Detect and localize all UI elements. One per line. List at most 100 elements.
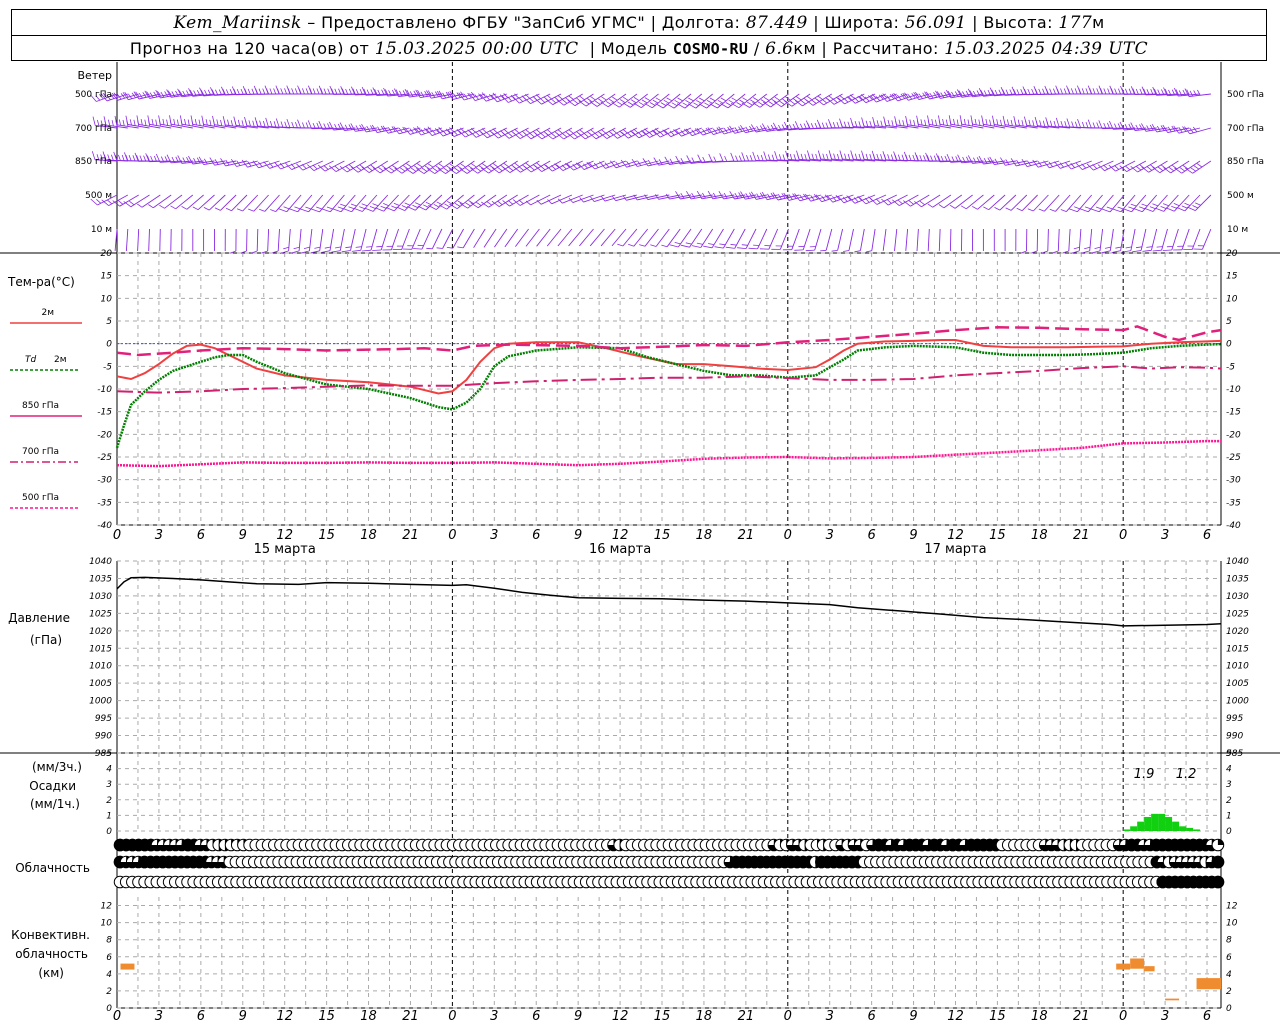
barb-flag: [259, 208, 265, 212]
barb-flag: [608, 98, 615, 103]
barb-flag: [949, 204, 956, 209]
x-tick-label: 12: [276, 528, 293, 543]
barb-flag: [1125, 88, 1128, 95]
barb-staff: [350, 228, 356, 251]
barb-staff: [504, 228, 519, 248]
barb-staff: [515, 228, 529, 247]
barb-flag: [361, 249, 372, 252]
barb-flag: [345, 165, 351, 171]
barb-flag: [992, 115, 995, 125]
barb-flag: [529, 165, 535, 171]
barb-flag: [1125, 165, 1131, 171]
barb-flag: [438, 126, 443, 132]
barb-flag: [236, 88, 240, 95]
barb-flag: [118, 119, 121, 126]
barb-flag: [1162, 203, 1169, 207]
barb-flag: [843, 121, 847, 128]
barb-flag: [554, 96, 560, 102]
barb-flag: [417, 163, 423, 168]
barb-flag: [302, 122, 305, 129]
barb-flag: [425, 128, 433, 136]
precip-bars: 1.9 1.2: [1123, 767, 1201, 831]
barb-flag: [1128, 206, 1135, 210]
x-tick-label: 18: [360, 528, 377, 543]
y-tick-left: 10: [101, 294, 113, 304]
barb-flag: [305, 88, 309, 95]
barb-flag: [359, 206, 366, 210]
barb-staff: [1170, 160, 1190, 174]
barb-flag: [594, 100, 601, 105]
barb-flag: [305, 122, 309, 129]
barb-flag: [953, 118, 955, 125]
barb-flag: [365, 246, 373, 248]
barb-flag: [169, 115, 172, 125]
barb-flag: [1084, 246, 1091, 250]
barb-staff: [1078, 228, 1082, 251]
barb-flag: [628, 243, 635, 247]
y-tick-right: 15: [1226, 272, 1238, 282]
barb-flag: [341, 250, 351, 253]
barb-staff: [442, 228, 454, 249]
y-tick-right: 1015: [1226, 644, 1249, 654]
conv-label-1: Конвективн.: [11, 928, 90, 942]
barb-flag: [663, 99, 670, 104]
barb-flag: [1063, 88, 1067, 95]
barb-flag: [410, 167, 417, 172]
barb-flag: [822, 153, 825, 160]
barb-flag: [421, 167, 428, 172]
barb-staff: [644, 228, 659, 247]
y-tick-right: 2: [1226, 987, 1232, 997]
barb-flag: [686, 155, 692, 164]
barb-flag: [1152, 203, 1159, 207]
barb-staff: [1191, 228, 1201, 250]
wind-level-right: 500 м: [1227, 191, 1254, 201]
barb-flag: [908, 154, 912, 161]
barb-flag: [849, 94, 855, 100]
barb-flag: [898, 119, 901, 126]
barb-flag: [821, 98, 828, 104]
y-tick-right: -35: [1226, 498, 1241, 508]
barb-staff: [1057, 228, 1060, 252]
pressure-unit: (гПа): [30, 633, 62, 647]
barb-flag: [763, 151, 767, 161]
barb-flag: [805, 120, 811, 129]
barb-flag: [598, 98, 604, 103]
barb-flag: [230, 158, 237, 167]
barb-flag: [113, 151, 118, 161]
barb-flag: [1114, 88, 1118, 95]
barb-flag: [184, 118, 187, 125]
y-tick-right: 4: [1226, 970, 1232, 980]
barb-flag: [405, 168, 414, 174]
x-tick-label: 15: [654, 528, 671, 543]
barb-flag: [724, 155, 728, 162]
barb-staff: [436, 194, 453, 210]
barb-flag: [475, 201, 482, 206]
barb-flag: [338, 88, 342, 95]
barb-flag: [1152, 249, 1162, 252]
barb-flag: [880, 120, 883, 127]
barb-flag: [305, 206, 312, 210]
barb-flag: [930, 155, 934, 162]
barb-staff: [291, 160, 313, 171]
x-tick-label: 9: [909, 1009, 917, 1024]
barb-flag: [1017, 119, 1020, 126]
x-tick-label: 0: [448, 1009, 456, 1024]
barb-flag: [865, 120, 869, 127]
series-t850: [116, 325, 1222, 357]
barb-flag: [1068, 208, 1078, 213]
barb-staff: [622, 228, 638, 247]
barb-flag: [1095, 206, 1102, 210]
y-tick-left: 0: [106, 1004, 112, 1014]
barb-flag: [828, 150, 832, 160]
barb-flag: [447, 129, 455, 137]
barb-flag: [416, 168, 425, 174]
barb-flag: [262, 88, 266, 95]
barb-flag: [611, 128, 617, 134]
y-tick-left: 2: [106, 796, 112, 806]
barb-flag: [540, 165, 546, 171]
barb-flag: [355, 125, 360, 131]
x-tick-label: 9: [574, 1009, 582, 1024]
barb-staff: [882, 228, 887, 251]
barb-staff: [1082, 160, 1103, 171]
barb-flag: [1074, 121, 1078, 128]
